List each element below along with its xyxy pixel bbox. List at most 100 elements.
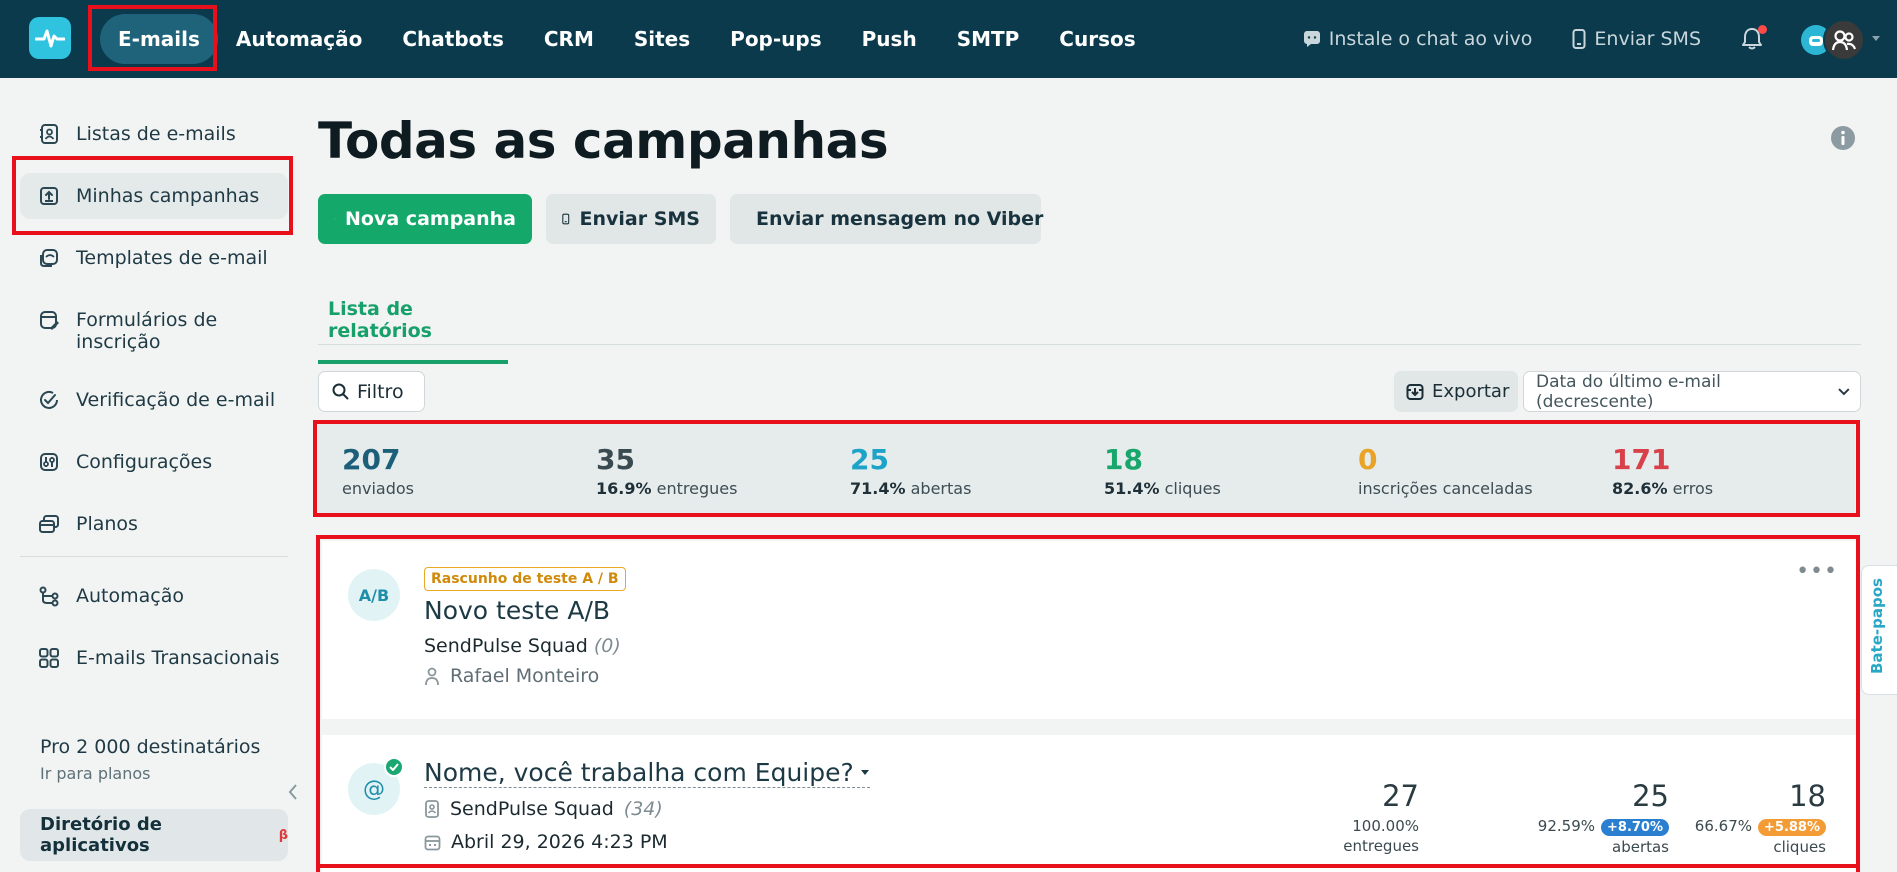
user-icon xyxy=(425,667,439,685)
nav-courses[interactable]: Cursos xyxy=(1039,14,1155,64)
sort-selected-value: Data do último e-mail (decrescente) xyxy=(1536,371,1721,412)
tab-reports-list[interactable]: Lista de relatórios xyxy=(318,288,508,364)
stat-value: 207 xyxy=(342,443,401,476)
nav-chatbots[interactable]: Chatbots xyxy=(382,14,524,64)
app-directory-label: Diretório de aplicativos xyxy=(40,814,162,856)
delta-badge: +8.70% xyxy=(1601,819,1669,836)
sidebar-item-label: Configurações xyxy=(76,451,213,473)
more-options-icon[interactable]: ••• xyxy=(1796,559,1838,584)
sort-select[interactable]: Data do último e-mail (decrescente) xyxy=(1523,371,1861,412)
nav-automation[interactable]: Automação xyxy=(224,14,382,64)
collapse-sidebar-icon[interactable] xyxy=(288,784,298,800)
top-navbar: E-mails Automação Chatbots CRM Sites Pop… xyxy=(0,0,1897,78)
metric-value: 27 xyxy=(1382,779,1419,813)
draft-badge: Rascunho de teste A / B xyxy=(424,567,626,591)
chevron-down-icon xyxy=(1872,36,1880,41)
metric-delivered: 27 100.00% entregues xyxy=(1343,779,1419,855)
metric-percent: 92.59% +8.70% xyxy=(1538,817,1669,836)
sidebar-item-label: E-mails Transacionais xyxy=(76,647,280,669)
plan-name: Pro 2 000 destinatários xyxy=(40,736,261,758)
metric-clicks: 18 66.67% +5.88% cliques xyxy=(1695,779,1826,856)
nav-sites[interactable]: Sites xyxy=(614,14,710,64)
new-campaign-label: Nova campanha xyxy=(345,208,516,230)
sidebar-item-label: Formulários de inscrição xyxy=(76,309,218,353)
viber-message-button[interactable]: Enviar mensagem no Viber xyxy=(730,194,1044,244)
sliders-icon xyxy=(40,453,58,471)
nav-crm[interactable]: CRM xyxy=(524,14,614,64)
sidebar-item-plans[interactable]: Planos xyxy=(20,501,288,547)
chats-side-tab[interactable]: Bate-papos xyxy=(1861,565,1897,695)
stat-delivered: 35 16.9% entregues xyxy=(596,444,737,499)
export-label: Exportar xyxy=(1432,381,1510,402)
plan-link[interactable]: Ir para planos xyxy=(40,764,260,783)
stat-label: 51.4% cliques xyxy=(1104,479,1221,498)
metric-label: abertas xyxy=(1612,838,1669,856)
sidebar-item-subscription-forms[interactable]: Formulários de inscrição xyxy=(20,297,288,365)
metric-label: entregues xyxy=(1343,837,1419,855)
new-campaign-button[interactable]: Nova campanha xyxy=(318,194,532,244)
sidebar-item-label: Templates de e-mail xyxy=(76,247,268,269)
filter-label: Filtro xyxy=(357,380,404,403)
stat-value: 171 xyxy=(1612,443,1671,476)
top-right-actions: Instale o chat ao vivo Enviar SMS xyxy=(1303,0,1897,78)
stat-value: 0 xyxy=(1358,443,1378,476)
sidebar-item-email-lists[interactable]: Listas de e-mails xyxy=(20,111,288,157)
campaign-card-sent[interactable]: @ Nome, você trabalha com Equipe? SendPu… xyxy=(322,735,1856,872)
sidebar-item-label: Automação xyxy=(76,585,184,607)
campaign-sender: SendPulse Squad (0) xyxy=(424,635,621,657)
nav-emails[interactable]: E-mails xyxy=(100,14,218,64)
flow-nodes-icon xyxy=(39,586,59,607)
nav-popups[interactable]: Pop-ups xyxy=(710,14,841,64)
live-chat-label: Instale o chat ao vivo xyxy=(1328,28,1533,50)
stat-value: 18 xyxy=(1104,443,1143,476)
info-icon[interactable] xyxy=(1830,125,1856,151)
filter-button[interactable]: Filtro xyxy=(318,371,425,412)
nav-smtp[interactable]: SMTP xyxy=(937,14,1040,64)
stats-summary: 207 enviados 35 16.9% entregues 25 71.4%… xyxy=(318,424,1855,513)
sidebar-item-automation[interactable]: Automação xyxy=(20,573,288,619)
chat-bubble-icon xyxy=(1303,31,1320,47)
sidebar-item-my-campaigns[interactable]: Minhas campanhas xyxy=(20,173,288,219)
campaign-author: Rafael Monteiro xyxy=(424,665,599,687)
sidebar-item-label: Planos xyxy=(76,513,138,535)
send-sms-link[interactable]: Enviar SMS xyxy=(1572,28,1701,50)
stat-opened: 25 71.4% abertas xyxy=(850,443,971,499)
live-chat-link[interactable]: Instale o chat ao vivo xyxy=(1303,28,1533,50)
notification-dot xyxy=(1758,25,1767,34)
sidebar-divider xyxy=(20,556,288,557)
sidebar-item-settings[interactable]: Configurações xyxy=(20,439,288,485)
stat-clicks: 18 51.4% cliques xyxy=(1104,443,1221,499)
campaign-upload-icon xyxy=(40,187,58,205)
sidebar: Listas de e-mails Minhas campanhas Templ… xyxy=(0,78,300,872)
sidebar-item-email-templates[interactable]: Templates de e-mail xyxy=(20,235,288,281)
page-title: Todas as campanhas xyxy=(318,112,889,170)
viber-button-label: Enviar mensagem no Viber xyxy=(756,208,1044,230)
campaign-title[interactable]: Nome, você trabalha com Equipe? xyxy=(424,758,870,788)
metric-value: 25 xyxy=(1632,779,1669,813)
account-menu[interactable] xyxy=(1801,19,1880,61)
stat-sent: 207 enviados xyxy=(342,443,414,499)
app-directory-button[interactable]: Diretório de aplicativos β xyxy=(20,809,288,861)
metric-label: cliques xyxy=(1773,838,1826,856)
stat-label: inscrições canceladas xyxy=(1358,479,1533,498)
sendpulse-logo-icon[interactable] xyxy=(29,17,71,59)
contacts-book-icon xyxy=(425,800,439,818)
campaign-date: Abril 29, 2026 4:23 PM xyxy=(424,831,668,853)
template-stack-icon xyxy=(40,249,58,267)
campaign-title[interactable]: Novo teste A/B xyxy=(424,596,610,625)
nav-push[interactable]: Push xyxy=(842,14,937,64)
campaign-card-ab-test[interactable]: A/B Rascunho de teste A / B Novo teste A… xyxy=(322,541,1856,719)
send-sms-button[interactable]: Enviar SMS xyxy=(546,194,716,244)
sidebar-item-transactional-emails[interactable]: E-mails Transacionais xyxy=(20,635,288,681)
export-button[interactable]: Exportar xyxy=(1394,371,1518,412)
user-avatar-icon xyxy=(1823,19,1865,61)
notifications-button[interactable] xyxy=(1741,25,1767,51)
chats-tab-label: Bate-papos xyxy=(1868,578,1886,674)
stat-value: 25 xyxy=(850,443,889,476)
stat-errors: 171 82.6% erros xyxy=(1612,443,1713,499)
verify-check-icon xyxy=(40,390,58,409)
beta-badge: β xyxy=(278,827,288,843)
tab-divider xyxy=(318,344,1861,345)
send-sms-label: Enviar SMS xyxy=(1594,28,1701,50)
sidebar-item-email-verification[interactable]: Verificação de e-mail xyxy=(20,377,288,423)
